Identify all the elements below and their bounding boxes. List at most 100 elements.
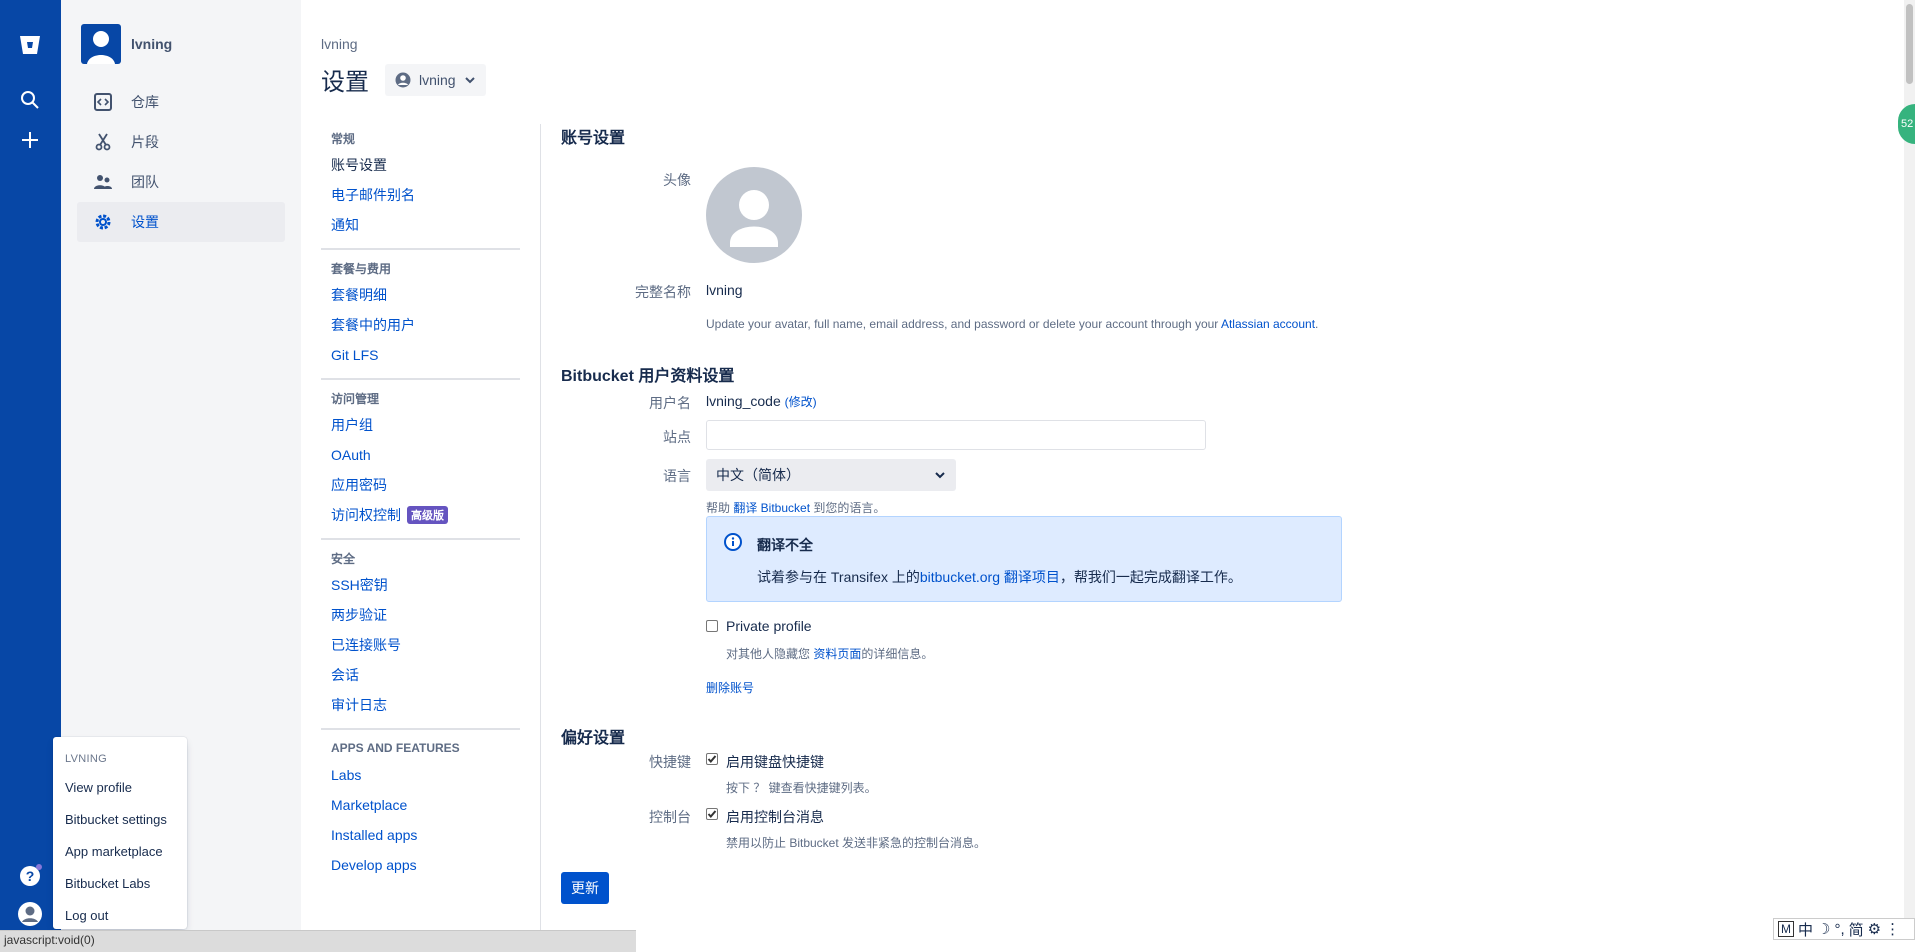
user-circle-icon — [395, 72, 411, 87]
profile-page-link[interactable]: 资料页面 — [813, 647, 861, 661]
shortcut-label: 快捷键 — [649, 754, 691, 770]
browser-status-bar: javascript:void(0) — [0, 930, 636, 952]
chevron-down-icon — [464, 76, 475, 83]
settings-link-notifications[interactable]: 通知 — [321, 210, 520, 240]
note-suffix: . — [1315, 317, 1319, 331]
settings-link-account[interactable]: 账号设置 — [321, 150, 520, 180]
ime-chinese-toggle[interactable]: 中 — [1798, 919, 1813, 940]
settings-link-audit-log[interactable]: 审计日志 — [321, 690, 520, 720]
breadcrumb[interactable]: lvning — [321, 36, 486, 52]
settings-link-plan-users[interactable]: 套餐中的用户 — [321, 310, 520, 340]
menu-item-bitbucket-settings[interactable]: Bitbucket settings — [53, 803, 187, 835]
global-nav: ? — [0, 0, 61, 952]
nav-item-settings[interactable]: 设置 — [77, 202, 285, 242]
nav-item-snippets[interactable]: 片段 — [77, 122, 285, 162]
section-title-preferences: 偏好设置 — [561, 730, 626, 747]
settings-group-general: 常规 账号设置 电子邮件别名 通知 — [321, 120, 520, 250]
info-body-suffix: ，帮我们一起完成翻译工作。 — [1059, 569, 1242, 585]
scrollbar-thumb[interactable] — [1906, 4, 1913, 84]
nav-item-teams[interactable]: 团队 — [77, 162, 285, 202]
create-plus-icon[interactable] — [15, 125, 45, 155]
bitbucket-org-link[interactable]: bitbucket.org — [920, 569, 1000, 585]
username-label: 用户名 — [649, 395, 691, 411]
settings-link-plan-details[interactable]: 套餐明细 — [321, 280, 520, 310]
profile-avatar-icon[interactable] — [15, 899, 45, 929]
settings-link-app-passwords[interactable]: 应用密码 — [321, 470, 520, 500]
account-menu-heading: LVNING — [65, 753, 107, 765]
account-switcher-label: lvning — [419, 71, 456, 88]
menu-item-app-marketplace[interactable]: App marketplace — [53, 835, 187, 867]
settings-link-oauth[interactable]: OAuth — [321, 440, 520, 470]
user-header[interactable]: lvning — [81, 24, 172, 64]
account-menu: LVNING View profile Bitbucket settings A… — [53, 737, 187, 929]
settings-link-connected-accounts[interactable]: 已连接账号 — [321, 630, 520, 660]
console-messages-label: 启用控制台消息 — [726, 809, 824, 825]
settings-link-email-aliases[interactable]: 电子邮件别名 — [321, 180, 520, 210]
update-button[interactable]: 更新 — [561, 872, 609, 904]
atlassian-account-link[interactable]: Atlassian account — [1221, 317, 1315, 331]
section-title-account: 账号设置 — [561, 130, 626, 147]
private-desc-suffix: 的详细信息。 — [861, 647, 934, 661]
settings-link-ssh-keys[interactable]: SSH密钥 — [321, 570, 520, 600]
info-icon — [724, 533, 742, 551]
chevron-down-icon — [935, 472, 945, 479]
website-input[interactable] — [706, 420, 1206, 450]
ime-moon-icon[interactable]: ☽ — [1817, 920, 1830, 938]
settings-link-sessions[interactable]: 会话 — [321, 660, 520, 690]
avatar-label: 头像 — [663, 172, 691, 188]
language-label: 语言 — [663, 468, 691, 484]
checkmark-icon — [707, 755, 717, 764]
console-messages-desc: 禁用以防止 Bitbucket 发送非紧急的控制台消息。 — [726, 836, 987, 850]
keyboard-shortcuts-checkbox[interactable] — [706, 753, 718, 765]
delete-account-link[interactable]: 删除账号 — [706, 679, 754, 696]
ime-settings-icon[interactable]: ⚙ — [1868, 920, 1881, 938]
info-title: 翻译不全 — [757, 537, 813, 553]
settings-group-access: 访问管理 用户组 OAuth 应用密码 访问权控制 高级版 — [321, 380, 520, 540]
translation-project-link[interactable]: 翻译项目 — [1004, 569, 1060, 585]
private-desc-prefix: 对其他人隐藏您 — [726, 647, 814, 661]
section-title-profile: Bitbucket 用户资料设置 — [561, 368, 735, 385]
translate-bitbucket-link[interactable]: 翻译 Bitbucket — [733, 501, 810, 515]
page-title: 设置 — [321, 69, 369, 96]
account-switcher[interactable]: lvning — [385, 63, 486, 96]
people-icon — [91, 170, 115, 194]
menu-item-log-out[interactable]: Log out — [53, 899, 187, 931]
settings-link-develop-apps[interactable]: Develop apps — [321, 850, 520, 880]
ime-mode-icon[interactable]: M — [1778, 921, 1794, 937]
username-value: lvning_code — [706, 393, 781, 409]
settings-link-marketplace[interactable]: Marketplace — [321, 790, 520, 820]
gear-icon — [91, 210, 115, 234]
settings-link-installed-apps[interactable]: Installed apps — [321, 820, 520, 850]
side-floating-badge[interactable]: 52 — [1898, 104, 1915, 144]
ime-simplified-toggle[interactable]: 简 — [1849, 919, 1864, 940]
ime-punctuation-toggle[interactable]: °, — [1834, 921, 1844, 938]
settings-group-heading: APPS AND FEATURES — [331, 741, 460, 755]
menu-item-bitbucket-labs[interactable]: Bitbucket Labs — [53, 867, 187, 899]
nav-item-repositories[interactable]: 仓库 — [77, 82, 285, 122]
settings-group-heading: 安全 — [331, 551, 356, 566]
help-icon[interactable]: ? — [15, 861, 45, 891]
settings-link-git-lfs[interactable]: Git LFS — [321, 340, 520, 370]
console-messages-checkbox[interactable] — [706, 808, 718, 820]
ime-more-icon[interactable]: ⋮ — [1885, 920, 1900, 938]
nav-item-label: 设置 — [131, 214, 159, 230]
account-settings-form: 账号设置 头像 完整名称 lvning Update your avatar, … — [561, 0, 1361, 952]
private-profile-checkbox[interactable] — [706, 620, 718, 632]
nav-item-label: 片段 — [131, 134, 159, 150]
website-label: 站点 — [663, 429, 691, 445]
menu-item-view-profile[interactable]: View profile — [53, 771, 187, 803]
settings-link-access-control[interactable]: 访问权控制 高级版 — [321, 500, 520, 530]
change-username-link[interactable]: (修改) — [785, 395, 817, 409]
premium-lozenge: 高级版 — [407, 506, 448, 524]
language-select[interactable]: 中文（简体） — [706, 459, 956, 491]
settings-group-heading: 常规 — [331, 131, 356, 146]
bitbucket-logo-icon[interactable] — [15, 30, 45, 60]
search-icon[interactable] — [15, 85, 45, 115]
nav-item-label: 仓库 — [131, 94, 159, 110]
checkmark-icon — [707, 810, 717, 819]
console-label: 控制台 — [649, 809, 691, 825]
settings-link-labs[interactable]: Labs — [321, 760, 520, 790]
settings-link-two-step[interactable]: 两步验证 — [321, 600, 520, 630]
keyboard-shortcuts-label: 启用键盘快捷键 — [726, 754, 824, 770]
settings-link-user-groups[interactable]: 用户组 — [321, 410, 520, 440]
